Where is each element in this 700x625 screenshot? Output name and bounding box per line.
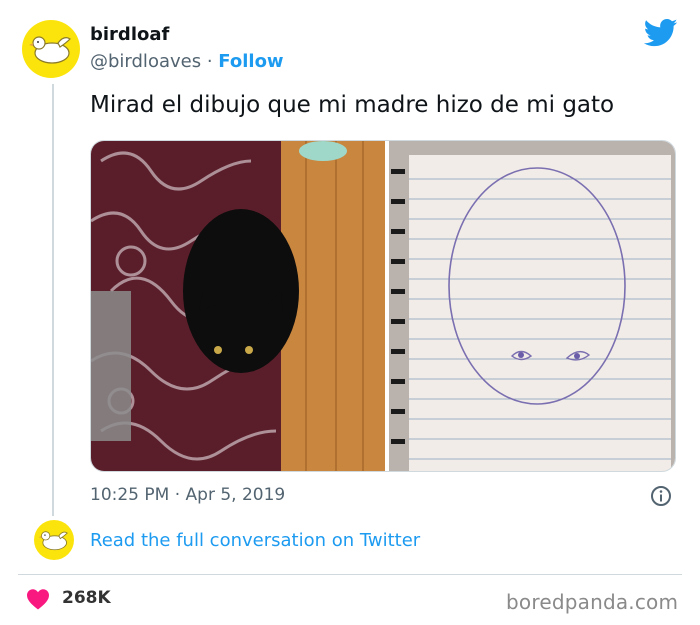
bird-loaf-avatar-image <box>38 531 68 551</box>
bird-loaf-avatar-image <box>29 36 71 64</box>
author-handle-row: @birdloaves · Follow <box>90 51 284 72</box>
like-count[interactable]: 268K <box>62 588 111 608</box>
conversation-avatar[interactable] <box>34 520 74 560</box>
footer-divider <box>18 574 682 575</box>
heart-icon[interactable] <box>26 588 50 610</box>
thread-connector-line <box>52 84 54 516</box>
author-display-name[interactable]: birdloaf <box>90 24 169 45</box>
tweet-media[interactable] <box>90 140 676 472</box>
follow-button[interactable]: Follow <box>218 51 283 72</box>
twitter-bird-icon[interactable] <box>644 18 678 48</box>
handle-separator: · <box>206 51 213 72</box>
read-conversation-link[interactable]: Read the full conversation on Twitter <box>90 530 420 551</box>
tweet-timestamp[interactable]: 10:25 PM · Apr 5, 2019 <box>90 485 285 505</box>
source-watermark: boredpanda.com <box>506 590 679 614</box>
cat-and-drawing-photo <box>91 141 675 471</box>
tweet-text: Mirad el dibujo que mi madre hizo de mi … <box>90 92 615 118</box>
info-icon[interactable] <box>650 485 672 507</box>
author-handle[interactable]: @birdloaves <box>90 51 201 72</box>
author-avatar[interactable] <box>22 20 80 78</box>
